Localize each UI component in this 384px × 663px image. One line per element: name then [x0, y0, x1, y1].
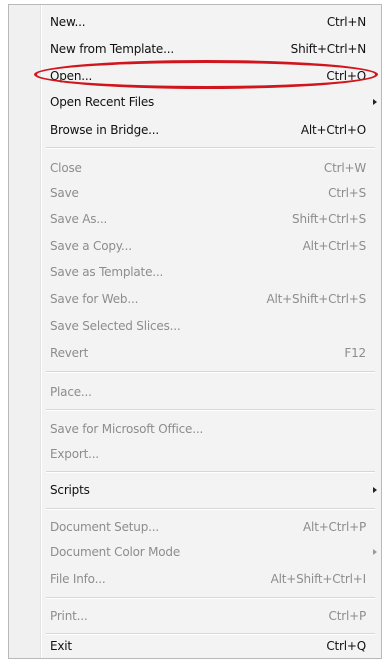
- menu-separator: [46, 508, 375, 510]
- menu-item-label: Save a Copy...: [50, 239, 132, 253]
- submenu-arrow-icon: [373, 549, 377, 555]
- menu-item-label: Save for Microsoft Office...: [50, 422, 204, 436]
- menu-item-shortcut: Ctrl+N: [326, 15, 366, 29]
- menu-item-label: Open Recent Files: [50, 95, 155, 109]
- menu-item-label: New...: [50, 15, 86, 29]
- menu-item-shortcut: Ctrl+W: [323, 161, 366, 175]
- menu-item-shortcut: Shift+Ctrl+S: [292, 212, 366, 226]
- menu-item-export[interactable]: Export...: [42, 443, 377, 465]
- menu-item-shortcut: Alt+Shift+Ctrl+I: [270, 572, 367, 586]
- menu-item-save-selected-slices[interactable]: Save Selected Slices...: [42, 315, 377, 337]
- menu-item-save-as[interactable]: Save As... Shift+Ctrl+S: [42, 208, 377, 230]
- menu-item-scripts[interactable]: Scripts: [42, 479, 377, 501]
- menu-item-close[interactable]: Close Ctrl+W: [42, 157, 377, 179]
- menu-item-label: Save as Template...: [50, 265, 164, 279]
- menu-item-save-for-web[interactable]: Save for Web... Alt+Shift+Ctrl+S: [42, 288, 377, 310]
- menu-separator: [46, 147, 375, 149]
- menu-item-label: Browse in Bridge...: [50, 123, 160, 137]
- menu-item-save-as-template[interactable]: Save as Template...: [42, 261, 377, 283]
- menu-item-label: Close: [50, 161, 82, 175]
- menu-item-label: Revert: [50, 346, 89, 360]
- menu-item-exit[interactable]: Exit Ctrl+Q: [42, 635, 377, 657]
- menu-item-label: Print...: [50, 609, 88, 623]
- menu-item-revert[interactable]: Revert F12: [42, 342, 377, 364]
- menu-item-label: Save for Web...: [50, 292, 139, 306]
- menu-item-label: New from Template...: [50, 42, 174, 56]
- menu-item-shortcut: Ctrl+Q: [326, 639, 366, 653]
- menu-item-open-recent-files[interactable]: Open Recent Files: [42, 91, 377, 113]
- menu-item-document-color-mode[interactable]: Document Color Mode: [42, 541, 377, 563]
- menu-item-save-for-microsoft-office[interactable]: Save for Microsoft Office...: [42, 418, 377, 440]
- menu-item-shortcut: Alt+Ctrl+P: [303, 520, 366, 534]
- menu-item-document-setup[interactable]: Document Setup... Alt+Ctrl+P: [42, 516, 377, 538]
- menu-item-save-a-copy[interactable]: Save a Copy... Alt+Ctrl+S: [42, 235, 377, 257]
- menu-separator: [46, 409, 375, 411]
- menu-item-new[interactable]: New... Ctrl+N: [42, 11, 377, 33]
- menu-item-new-from-template[interactable]: New from Template... Shift+Ctrl+N: [42, 38, 377, 60]
- menu-item-label: Document Setup...: [50, 520, 159, 534]
- menu-item-shortcut: Alt+Ctrl+S: [302, 239, 367, 253]
- menu-item-label: Document Color Mode: [50, 545, 181, 559]
- submenu-arrow-icon: [373, 99, 377, 105]
- menu-item-label: Scripts: [50, 483, 90, 497]
- menu-separator: [46, 597, 375, 599]
- menu-item-label: Save Selected Slices...: [50, 319, 181, 333]
- menu-item-shortcut: Shift+Ctrl+N: [290, 42, 367, 56]
- menu-item-label: Place...: [50, 385, 92, 399]
- menu-item-shortcut: Alt+Shift+Ctrl+S: [266, 292, 367, 306]
- menu-item-shortcut: Ctrl+S: [328, 186, 366, 200]
- menu-separator: [46, 371, 375, 373]
- menu-item-place[interactable]: Place...: [42, 381, 377, 403]
- file-menu: New... Ctrl+N New from Template... Shift…: [8, 4, 382, 659]
- submenu-arrow-icon: [373, 487, 377, 493]
- menu-separator: [46, 471, 375, 473]
- menu-icon-gutter: [9, 5, 40, 658]
- menu-item-save[interactable]: Save Ctrl+S: [42, 182, 377, 204]
- menu-item-label: Export...: [50, 447, 99, 461]
- menu-item-file-info[interactable]: File Info... Alt+Shift+Ctrl+I: [42, 568, 377, 590]
- menu-item-shortcut: Ctrl+P: [328, 609, 367, 623]
- menu-item-label: Open...: [50, 69, 93, 83]
- menu-item-label: Exit: [50, 639, 72, 653]
- menu-item-shortcut: Alt+Ctrl+O: [300, 123, 366, 137]
- menu-item-shortcut: F12: [344, 346, 366, 360]
- menu-item-label: Save: [50, 186, 79, 200]
- menu-item-browse-in-bridge[interactable]: Browse in Bridge... Alt+Ctrl+O: [42, 119, 377, 141]
- menu-item-label: File Info...: [50, 572, 106, 586]
- menu-item-label: Save As...: [50, 212, 108, 226]
- menu-item-shortcut: Ctrl+O: [326, 69, 366, 83]
- menu-item-open[interactable]: Open... Ctrl+O: [42, 65, 377, 87]
- menu-item-print[interactable]: Print... Ctrl+P: [42, 605, 377, 627]
